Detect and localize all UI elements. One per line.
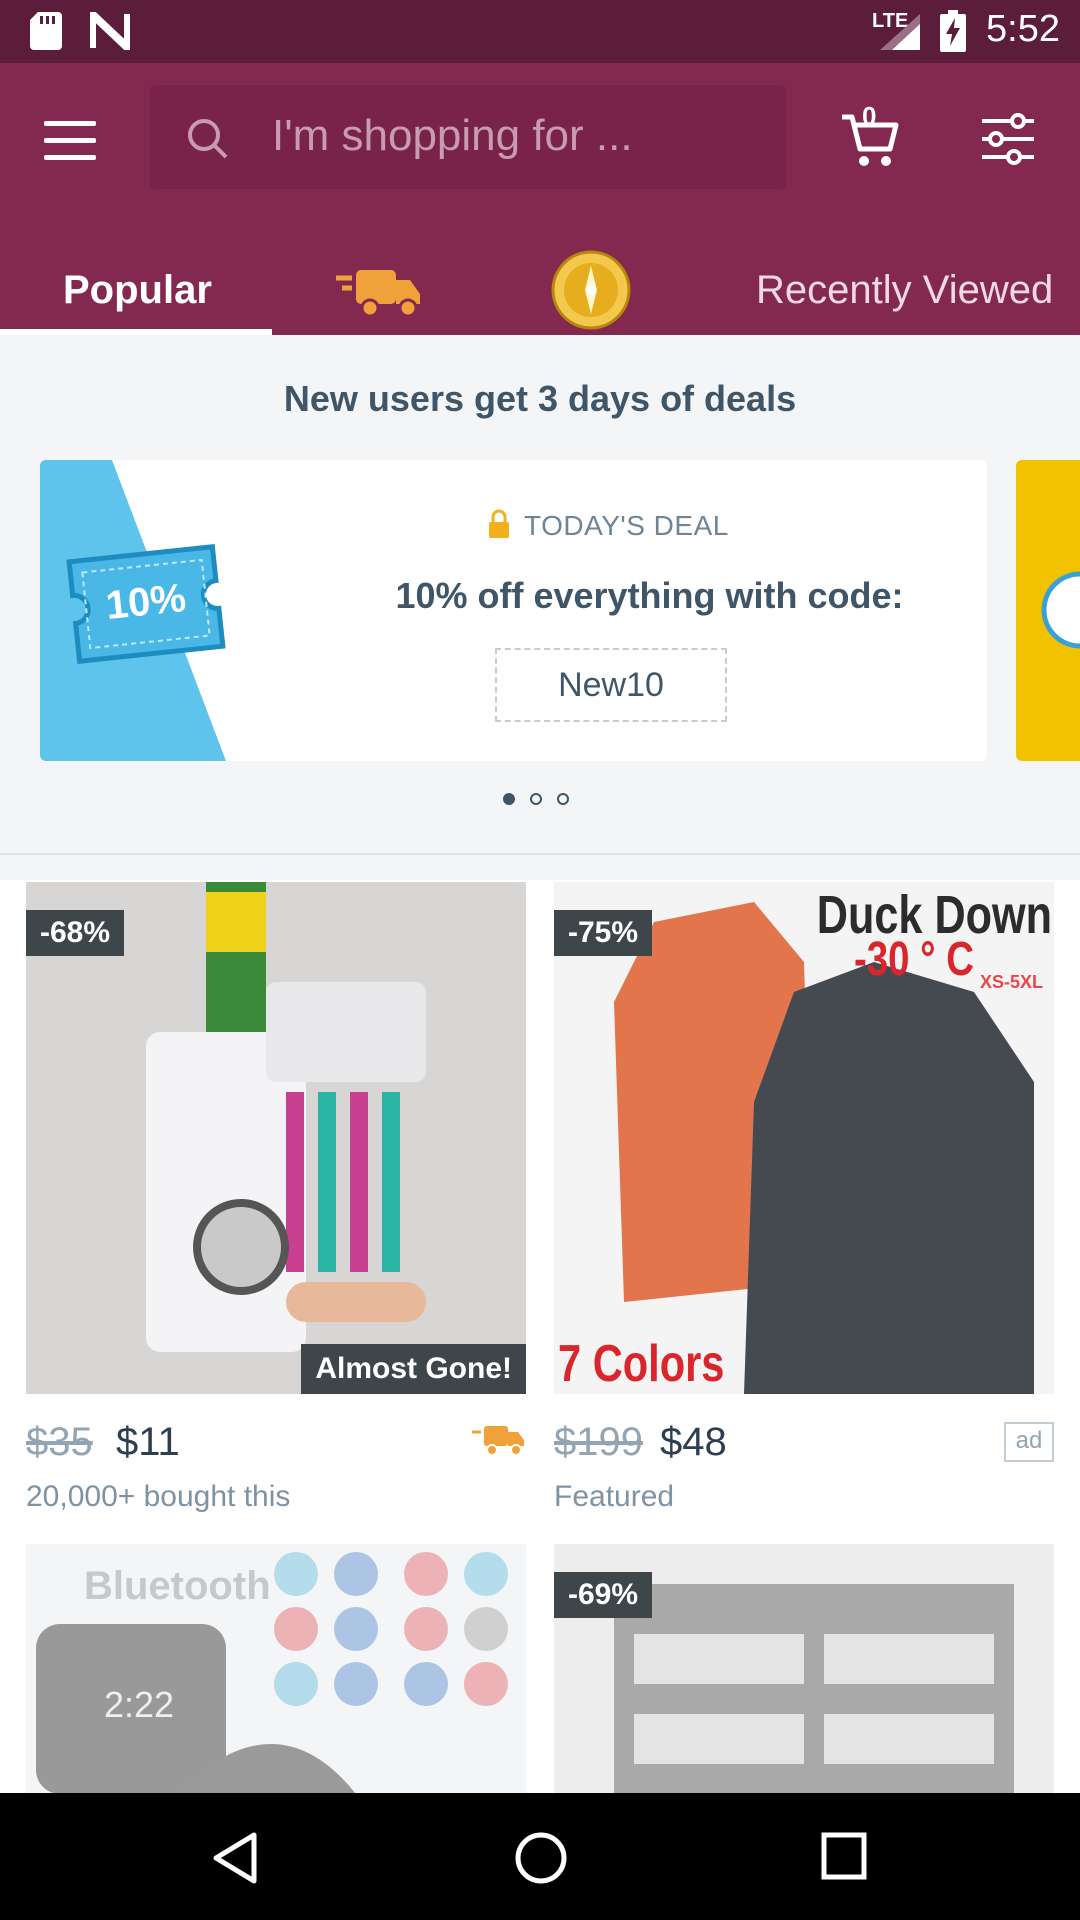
tab-indicator	[0, 329, 272, 335]
menu-button[interactable]	[44, 117, 100, 165]
divider	[0, 853, 1080, 855]
toothpaste-dispenser-image	[26, 882, 526, 1394]
next-deal-card[interactable]	[1016, 460, 1080, 761]
recents-icon[interactable]	[820, 1831, 868, 1881]
cart-count: 0	[862, 101, 877, 131]
product-label: Featured	[554, 1480, 675, 1513]
sale-price: $11	[116, 1420, 180, 1464]
back-icon[interactable]	[210, 1831, 262, 1885]
image-text-sizes: XS-5XL	[980, 972, 1044, 992]
almost-gone-tag: Almost Gone!	[301, 1344, 526, 1394]
deal-card[interactable]: 10% TODAY'S DEAL 10% off everything with…	[40, 460, 987, 761]
battery-charging-icon	[940, 10, 966, 52]
app-bar: I'm shopping for ... 0 Popular Recently …	[0, 63, 1080, 335]
purchase-count: 20,000+ bought this	[26, 1480, 291, 1513]
tab-fast-shipping[interactable]	[272, 248, 487, 335]
image-text-colors: 7 Colors	[558, 1335, 725, 1393]
promo-header: New users get 3 days of deals	[283, 378, 797, 419]
home-icon[interactable]	[514, 1831, 568, 1885]
tab-rewards[interactable]	[487, 248, 702, 335]
image-text-bluetooth: Bluetooth	[84, 1564, 271, 1608]
search-input[interactable]: I'm shopping for ...	[150, 85, 786, 189]
image-text-time: 2:22	[104, 1684, 175, 1725]
fast-shipping-truck-icon	[336, 270, 420, 318]
tab-popular-label: Popular	[63, 268, 212, 312]
fast-shipping-truck-icon	[472, 1426, 524, 1456]
discount-badge: -69%	[554, 1572, 653, 1618]
tab-popular[interactable]: Popular	[0, 248, 272, 335]
ad-tag: ad	[1004, 1422, 1054, 1462]
deal-title: TODAY'S DEAL	[524, 510, 729, 541]
system-nav-bar	[0, 1793, 1080, 1920]
carousel-dot-3[interactable]	[557, 793, 569, 805]
product-image[interactable]: -68% Almost Gone!	[26, 882, 526, 1394]
product-grid: -68% Almost Gone! $35 $11 20,000+ bought…	[0, 880, 1080, 1800]
status-bar: LTE 5:52	[0, 0, 1080, 63]
product-image[interactable]: Bluetooth 2:22	[26, 1544, 526, 1794]
signal-icon	[880, 14, 920, 50]
promo-code[interactable]: New10	[495, 648, 727, 722]
lock-icon	[489, 509, 509, 538]
search-placeholder: I'm shopping for ...	[272, 111, 633, 160]
category-tabs: Popular Recently Viewed	[0, 248, 1080, 335]
tab-recently-viewed[interactable]: Recently Viewed	[702, 248, 1080, 335]
clock-graphic	[1041, 571, 1080, 649]
down-jacket-image	[554, 882, 1054, 1394]
clock: 5:52	[986, 8, 1060, 50]
product-image[interactable]: -69%	[554, 1544, 1054, 1794]
image-text-temp: -30 ° C	[854, 933, 974, 986]
original-price: $199	[554, 1420, 643, 1464]
carousel-dot-2[interactable]	[530, 793, 542, 805]
deal-text: 10% off everything with code:	[395, 575, 904, 616]
sale-price: $48	[660, 1420, 727, 1464]
n-icon	[90, 12, 130, 50]
sd-card-icon	[30, 12, 62, 50]
discount-badge: -75%	[554, 910, 653, 956]
discount-badge: -68%	[26, 910, 125, 956]
original-price: $35	[26, 1420, 93, 1464]
carousel-dot-1[interactable]	[503, 793, 515, 805]
tab-recent-label: Recently Viewed	[756, 268, 1054, 312]
gold-coin-icon	[551, 250, 631, 330]
search-icon	[188, 119, 228, 159]
product-image[interactable]: Duck Down -30 ° C XS-5XL 7 Colors -75%	[554, 882, 1054, 1394]
filter-icon[interactable]	[980, 113, 1036, 165]
